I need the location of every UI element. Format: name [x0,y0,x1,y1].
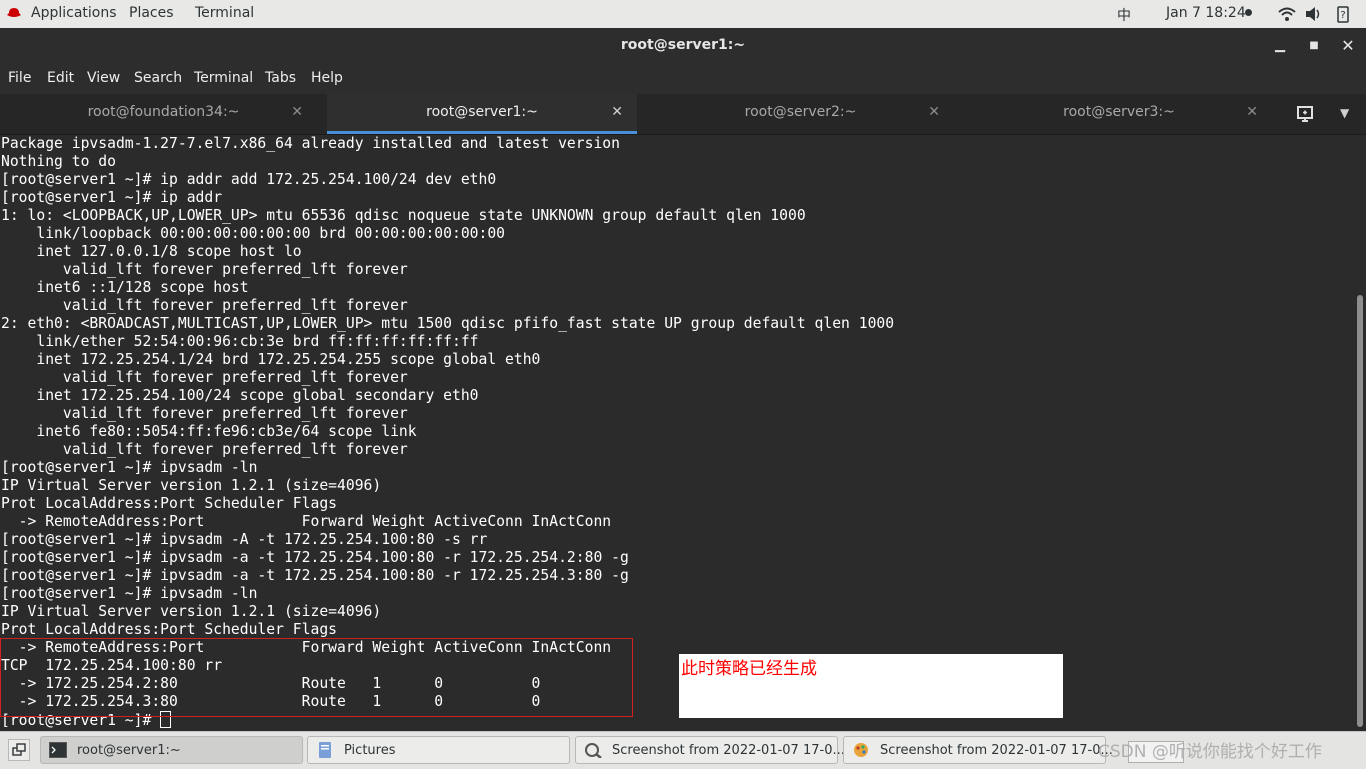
input-method-indicator[interactable]: 中 [1117,5,1131,25]
terminal-line: inet6 fe80::5054:ff:fe96:cb3e/64 scope l… [1,423,417,440]
minimize-icon[interactable]: ▁ [1270,36,1290,56]
terminal-line: Nothing to do [1,153,116,170]
menu-edit[interactable]: Edit [47,70,74,86]
tab-server2[interactable]: root@server2:~ ✕ [637,94,964,134]
terminal-line: [root@server1 ~]# ipvsadm -ln [1,585,258,602]
highlight-box [0,638,633,717]
close-tab-icon[interactable]: ✕ [928,104,940,120]
close-tab-icon[interactable]: ✕ [291,104,303,120]
svg-text:?: ? [1340,10,1345,21]
wifi-icon[interactable] [1278,6,1296,22]
terminal-line: valid_lft forever preferred_lft forever [1,441,408,458]
terminal-line: link/ether 52:54:00:96:cb:3e brd ff:ff:f… [1,333,479,350]
tab-server3[interactable]: root@server3:~ ✕ [964,94,1274,134]
menu-terminal[interactable]: Terminal [194,70,253,86]
image-viewer-icon [585,743,602,758]
tab-foundation34[interactable]: root@foundation34:~ ✕ [0,94,327,134]
terminal-line: valid_lft forever preferred_lft forever [1,405,408,422]
taskbar-item-screenshot-1[interactable]: Screenshot from 2022-01-07 17-0... [575,736,845,764]
terminal-line: [root@server1 ~]# ip addr add 172.25.254… [1,171,497,188]
terminal-line: inet 127.0.0.1/8 scope host lo [1,243,302,260]
chevron-down-icon[interactable]: ▼ [1340,106,1349,120]
terminal-line: -> RemoteAddress:Port Forward Weight Act… [1,513,612,530]
power-icon[interactable]: ? [1335,5,1351,23]
taskbar-item-screenshot-2[interactable]: Screenshot from 2022-01-07 17-0... [843,736,1113,764]
tab-label: root@server1:~ [426,104,538,120]
window-titlebar[interactable]: root@server1:~ ▁ ■ ✕ [0,28,1366,64]
taskbar-label: Screenshot from 2022-01-07 17-0... [612,743,845,758]
taskbar-item-pictures[interactable]: Pictures [307,736,570,764]
terminal-line: inet6 ::1/128 scope host [1,279,249,296]
clock[interactable]: Jan 7 18:24 [1166,5,1246,21]
terminal-line: Package ipvsadm-1.27-7.el7.x86_64 alread… [1,135,620,152]
annotation-text: 此时策略已经生成 [681,659,817,679]
menu-tabs[interactable]: Tabs [265,70,296,86]
top-panel: Applications Places Terminal 中 Jan 7 18:… [0,0,1366,28]
show-desktop-icon[interactable] [8,739,30,761]
tab-label: root@foundation34:~ [87,104,240,120]
terminal-line: [root@server1 ~]# ipvsadm -A -t 172.25.2… [1,531,488,548]
terminal-line: inet 172.25.254.1/24 brd 172.25.254.255 … [1,351,541,368]
close-tab-icon[interactable]: ✕ [1246,104,1258,120]
volume-icon[interactable] [1305,6,1323,22]
taskbar-label: root@server1:~ [77,743,181,758]
close-icon[interactable]: ✕ [1338,36,1358,56]
terminal-line: 2: eth0: <BROADCAST,MULTICAST,UP,LOWER_U… [1,315,895,332]
new-tab-icon[interactable] [1296,104,1316,124]
terminal-line: Prot LocalAddress:Port Scheduler Flags [1,621,338,638]
terminal-line: valid_lft forever preferred_lft forever [1,297,408,314]
taskbar-item-terminal[interactable]: root@server1:~ [40,736,303,764]
taskbar-label: Pictures [344,743,396,758]
watermark: CSDN @听说你能找个好工作 [1098,742,1322,762]
terminal-line: inet 172.25.254.100/24 scope global seco… [1,387,479,404]
terminal-line: [root@server1 ~]# ipvsadm -ln [1,459,258,476]
terminal-line: valid_lft forever preferred_lft forever [1,261,408,278]
terminal-line: [root@server1 ~]# ipvsadm -a -t 172.25.2… [1,549,629,566]
menu-file[interactable]: File [8,70,31,86]
terminal-line: IP Virtual Server version 1.2.1 (size=40… [1,603,382,620]
menu-help[interactable]: Help [311,70,343,86]
folder-icon [319,742,331,758]
terminal-line: IP Virtual Server version 1.2.1 (size=40… [1,477,382,494]
close-tab-icon[interactable]: ✕ [611,104,623,120]
scrollbar[interactable] [1354,135,1366,731]
terminal-line: [root@server1 ~]# ipvsadm -a -t 172.25.2… [1,567,629,584]
menu-view[interactable]: View [87,70,120,86]
places-menu[interactable]: Places [129,5,174,21]
terminal-line: 1: lo: <LOOPBACK,UP,LOWER_UP> mtu 65536 … [1,207,806,224]
tab-label: root@server2:~ [744,104,857,120]
notification-dot-icon [1245,9,1252,16]
maximize-icon[interactable]: ■ [1304,36,1324,56]
scrollbar-thumb[interactable] [1357,295,1363,727]
window-title: root@server1:~ [620,37,746,53]
terminal-icon [49,742,67,758]
redhat-icon [7,8,21,17]
terminal-line: valid_lft forever preferred_lft forever [1,369,408,386]
applications-menu[interactable]: Applications [31,5,117,21]
taskbar-label: Screenshot from 2022-01-07 17-0... [880,743,1113,758]
terminal-app-menu[interactable]: Terminal [195,5,254,21]
terminal-line: link/loopback 00:00:00:00:00:00 brd 00:0… [1,225,506,242]
tab-bar: root@foundation34:~ ✕ root@server1:~ ✕ r… [0,94,1366,135]
image-editor-icon [854,743,868,757]
annotation-box: 此时策略已经生成 [679,654,1063,718]
menu-search[interactable]: Search [134,70,182,86]
menubar: File Edit View Search Terminal Tabs Help [0,64,1366,94]
terminal-line: [root@server1 ~]# ip addr [1,189,223,206]
tab-label: root@server3:~ [1063,104,1175,120]
terminal-line: Prot LocalAddress:Port Scheduler Flags [1,495,338,512]
active-tab-indicator [327,131,637,134]
tab-server1[interactable]: root@server1:~ ✕ [327,94,637,134]
